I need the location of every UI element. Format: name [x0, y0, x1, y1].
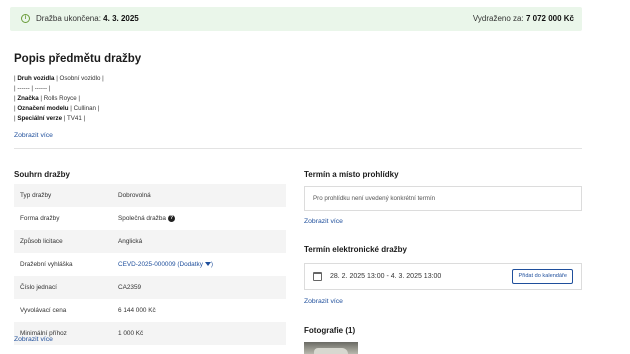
auction-ended-label: Dražba ukončena: — [36, 14, 101, 23]
photos-title: Fotografie (1) — [304, 326, 356, 335]
inspection-show-more-link[interactable]: Zobrazit více — [304, 218, 343, 225]
description-line-key: Značka — [17, 95, 39, 102]
row-value: Anglická — [118, 238, 143, 245]
auction-status-banner: i Dražba ukončena: 4. 3. 2025 Vydraženo … — [10, 7, 582, 31]
caret-down-icon — [204, 262, 211, 267]
inspection-text: Pro prohlídku není uvedený konkrétní ter… — [313, 195, 436, 202]
description-line-key: Druh vozidla — [17, 75, 55, 82]
row-value: Společná dražba? — [118, 214, 286, 223]
description-line: | ------ | ------ | — [14, 85, 50, 92]
description-line-separator: | ------ | ------ | — [14, 85, 51, 92]
table-row: Dražební vyhláška CEVD-2025-000009 (Doda… — [14, 253, 286, 276]
description-title: Popis předmětu dražby — [14, 53, 142, 65]
table-row: Forma dražby Společná dražba? — [14, 207, 286, 230]
description-line: | Značka | Rolls Royce | — [14, 95, 80, 102]
auction-ended-text: Dražba ukončena: 4. 3. 2025 — [36, 14, 139, 23]
help-icon[interactable]: ? — [167, 214, 175, 222]
table-row: Vyvolávací cena 6 144 000 Kč — [14, 299, 286, 322]
row-key: Vyvolávací cena — [20, 307, 67, 314]
electronic-term-datetime: 28. 2. 2025 13:00 - 4. 3. 2025 13:00 — [330, 273, 442, 280]
row-value: 1 000 Kč — [118, 330, 144, 337]
description-line: | Speciální verze | TV41 | — [14, 115, 85, 122]
auction-notice-text: CEVD-2025-000009 (Dodatky — [118, 261, 203, 268]
description-line-key: Speciální verze — [17, 115, 63, 122]
auction-form-value: Společná dražba — [118, 215, 166, 223]
row-value: Dobrovolná — [118, 192, 151, 199]
electronic-term-show-more-link[interactable]: Zobrazit více — [304, 298, 343, 305]
description-line-value: | Osobní vozidlo | — [54, 75, 104, 82]
info-icon: i — [21, 14, 30, 23]
car-photo-shape — [314, 348, 348, 354]
summary-show-more-link[interactable]: Zobrazit více — [14, 336, 53, 343]
table-row: Způsob licitace Anglická — [14, 230, 286, 253]
row-key: Dražební vyhláška — [20, 261, 73, 268]
sold-for-label: Vydraženo za: — [472, 14, 524, 23]
description-line: | Druh vozidla | Osobní vozidlo | — [14, 75, 104, 82]
auction-notice-link[interactable]: CEVD-2025-000009 (Dodatky) — [118, 261, 286, 268]
auction-ended-date: 4. 3. 2025 — [103, 14, 139, 23]
row-key: Způsob licitace — [20, 238, 63, 245]
section-divider — [14, 148, 582, 149]
summary-title: Souhrn dražby — [14, 170, 71, 179]
row-key: Forma dražby — [20, 215, 60, 222]
inspection-box: Pro prohlídku není uvedený konkrétní ter… — [304, 186, 582, 211]
description-line-value: | Cullinan | — [68, 105, 100, 112]
add-to-calendar-button[interactable]: Přidat do kalendáře — [512, 269, 573, 284]
row-value: CA2359 — [118, 284, 142, 291]
table-row: Minimální příhoz 1 000 Kč — [14, 322, 286, 345]
description-line: | Označení modelu | Cullinan | — [14, 105, 99, 112]
sold-for-text: Vydraženo za: 7 072 000 Kč — [473, 14, 574, 23]
row-value: 6 144 000 Kč — [118, 307, 156, 314]
summary-table: Typ dražby Dobrovolná Forma dražby Spole… — [14, 184, 286, 345]
electronic-term-box: 28. 2. 2025 13:00 - 4. 3. 2025 13:00 Při… — [304, 263, 582, 290]
table-row: Typ dražby Dobrovolná — [14, 184, 286, 207]
row-key: Typ dražby — [20, 192, 52, 199]
description-line-value: | Rolls Royce | — [38, 95, 81, 102]
calendar-icon — [313, 272, 322, 281]
table-row: Číslo jednací CA2359 — [14, 276, 286, 299]
photo-thumbnail[interactable] — [304, 342, 358, 354]
description-line-key: Označení modelu — [17, 105, 69, 112]
electronic-term-title: Termín elektronické dražby — [304, 245, 407, 254]
description-show-more-link[interactable]: Zobrazit více — [14, 132, 53, 139]
inspection-title: Termín a místo prohlídky — [304, 170, 399, 179]
sold-for-amount: 7 072 000 Kč — [525, 14, 574, 23]
description-line-value: | TV41 | — [62, 115, 86, 122]
row-key: Číslo jednací — [20, 284, 57, 291]
